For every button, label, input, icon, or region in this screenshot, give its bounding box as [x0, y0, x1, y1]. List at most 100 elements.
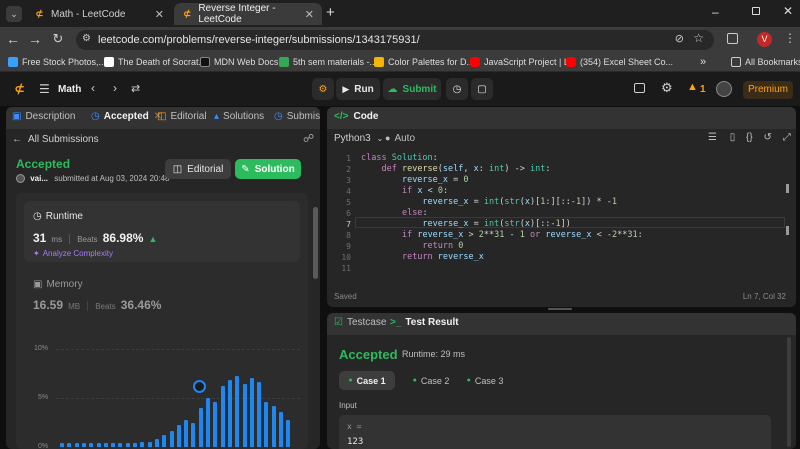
your-submission-marker[interactable]: [193, 380, 206, 393]
tab-submissions[interactable]: ◷ Submis: [274, 111, 320, 122]
tab-code[interactable]: </> Code: [334, 111, 378, 122]
histogram-bar[interactable]: [198, 407, 203, 447]
more-bookmarks-button[interactable]: »: [700, 55, 706, 69]
histogram-bar[interactable]: [279, 411, 283, 447]
histogram-bar[interactable]: [206, 398, 210, 447]
histogram-bar[interactable]: [118, 443, 123, 447]
histogram-bar[interactable]: [257, 382, 262, 447]
all-submissions-link[interactable]: ← All Submissions: [12, 134, 99, 145]
histogram-bar[interactable]: [213, 401, 218, 447]
histogram-bar[interactable]: [111, 443, 116, 447]
braces-icon[interactable]: {}: [746, 132, 753, 143]
bookmark-item[interactable]: 5th sem materials -...: [279, 55, 377, 69]
bookmark-item[interactable]: Free Stock Photos,...: [8, 55, 106, 69]
close-tab-icon[interactable]: ✕: [305, 8, 314, 21]
histogram-bar[interactable]: [249, 378, 254, 447]
bookmark-item[interactable]: MDN Web Docs: [200, 55, 278, 69]
histogram-bar[interactable]: [60, 443, 64, 447]
minimap-scroll-marker[interactable]: [786, 226, 789, 235]
left-panel-scrollbar[interactable]: [313, 207, 318, 279]
browser-menu-icon[interactable]: ⋮: [784, 31, 796, 45]
bookmark-icon[interactable]: ▯: [730, 132, 736, 143]
histogram-bar[interactable]: [176, 425, 181, 447]
forward-arrow-icon[interactable]: →: [26, 31, 44, 47]
histogram-bar[interactable]: [169, 431, 174, 447]
link-icon[interactable]: ☍: [303, 132, 314, 145]
solution-button[interactable]: ✎ Solution: [235, 159, 301, 179]
problem-list-icon[interactable]: ☰: [39, 82, 50, 96]
close-tab-icon[interactable]: ✕: [155, 8, 164, 21]
browser-tab-reverse-integer[interactable]: ⊄ Reverse Integer - LeetCode ✕: [174, 3, 322, 25]
editorial-button[interactable]: ◫ Editorial: [165, 159, 231, 179]
eye-off-icon[interactable]: ⊘: [675, 32, 684, 45]
browser-tab-math[interactable]: ⊄ Math - LeetCode ✕: [26, 3, 172, 25]
username[interactable]: vai...: [30, 174, 48, 183]
histogram-bar[interactable]: [286, 419, 291, 447]
submit-button[interactable]: ☁ Submit: [383, 78, 441, 100]
case-3-tab[interactable]: ● Case 3: [457, 371, 513, 390]
histogram-bar[interactable]: [154, 439, 159, 447]
timer-button[interactable]: ◷: [446, 78, 468, 100]
histogram-bar[interactable]: [264, 401, 269, 447]
runtime-card[interactable]: ◷ Runtime 31 ms Beats 86.98% ▲ ✦ Analyze C…: [24, 201, 300, 262]
tab-search-button[interactable]: ⌄: [6, 6, 22, 22]
panel-resize-handle[interactable]: [548, 308, 572, 310]
bookmark-item[interactable]: JavaScript Project | L...: [470, 55, 576, 69]
problem-list-title[interactable]: Math: [58, 84, 81, 95]
histogram-bar[interactable]: [191, 423, 196, 447]
language-select[interactable]: Python3 ⌄: [334, 133, 383, 144]
histogram-bar[interactable]: [147, 442, 152, 447]
result-panel-scrollbar[interactable]: [787, 337, 791, 447]
histogram-bar[interactable]: [242, 384, 247, 447]
streak-fire-icon[interactable]: ▲: [687, 81, 698, 93]
tab-accepted[interactable]: ◷ Accepted ✕: [91, 111, 162, 122]
analyze-complexity-link[interactable]: ✦ Analyze Complexity: [33, 249, 113, 258]
all-bookmarks-button[interactable]: All Bookmarks: [731, 55, 800, 69]
histogram-bar[interactable]: [184, 419, 189, 447]
histogram-bar[interactable]: [220, 386, 225, 447]
histogram-bar[interactable]: [125, 443, 130, 447]
reset-icon[interactable]: ↺: [764, 132, 772, 143]
histogram-bar[interactable]: [235, 376, 240, 447]
leetcode-logo-icon[interactable]: ⊄: [14, 81, 25, 97]
tab-description[interactable]: ▣ Description: [12, 111, 75, 122]
histogram-bar[interactable]: [227, 380, 232, 447]
restore-window-icon[interactable]: [752, 7, 760, 15]
reload-icon[interactable]: ↻: [49, 31, 67, 47]
histogram-bar[interactable]: [103, 443, 108, 447]
memory-section[interactable]: ▣ Memory 16.59 MB Beats 36.46%: [24, 271, 300, 321]
user-avatar[interactable]: [716, 81, 732, 97]
case-2-tab[interactable]: ● Case 2: [403, 371, 459, 390]
format-icon[interactable]: ☰: [708, 132, 717, 143]
auto-mode-toggle[interactable]: ● Auto: [385, 133, 415, 144]
case-1-tab[interactable]: ● Case 1: [339, 371, 395, 390]
minimize-window-icon[interactable]: –: [712, 5, 719, 19]
histogram-bar[interactable]: [89, 443, 94, 447]
tab-testcase[interactable]: ☑ Testcase: [334, 317, 386, 328]
histogram-bar[interactable]: [140, 442, 145, 447]
prev-problem-icon[interactable]: ‹: [91, 81, 95, 95]
code-editor[interactable]: 1 2 3 4 5 6 7 8 9 10 11 class Solution: …: [327, 151, 796, 281]
random-problem-icon[interactable]: ⇄: [131, 82, 140, 95]
histogram-bar[interactable]: [74, 443, 79, 447]
extensions-icon[interactable]: [727, 33, 738, 44]
histogram-bar[interactable]: [162, 435, 167, 447]
histogram-bar[interactable]: [96, 443, 101, 447]
tab-solutions[interactable]: ▴ Solutions: [214, 111, 264, 122]
notes-button[interactable]: ▢: [471, 78, 493, 100]
tab-editorial[interactable]: ◫ Editorial: [157, 111, 207, 122]
bookmark-star-icon[interactable]: ☆: [693, 31, 704, 45]
fullscreen-icon[interactable]: ⤢: [783, 132, 791, 143]
histogram-bar[interactable]: [81, 443, 86, 447]
profile-avatar[interactable]: V: [757, 32, 772, 47]
settings-gear-icon[interactable]: ⚙: [661, 80, 673, 96]
back-arrow-icon[interactable]: ←: [4, 31, 22, 47]
premium-button[interactable]: Premium: [743, 81, 793, 99]
histogram-bar[interactable]: [133, 443, 137, 447]
close-window-icon[interactable]: ✕: [783, 4, 793, 18]
run-button[interactable]: ▶ Run: [336, 78, 380, 100]
url-input[interactable]: ⚙ leetcode.com/problems/reverse-integer/…: [76, 30, 714, 50]
input-box[interactable]: x = 123: [339, 415, 771, 449]
histogram-bar[interactable]: [67, 443, 72, 447]
minimap-scroll-marker[interactable]: [786, 184, 789, 193]
